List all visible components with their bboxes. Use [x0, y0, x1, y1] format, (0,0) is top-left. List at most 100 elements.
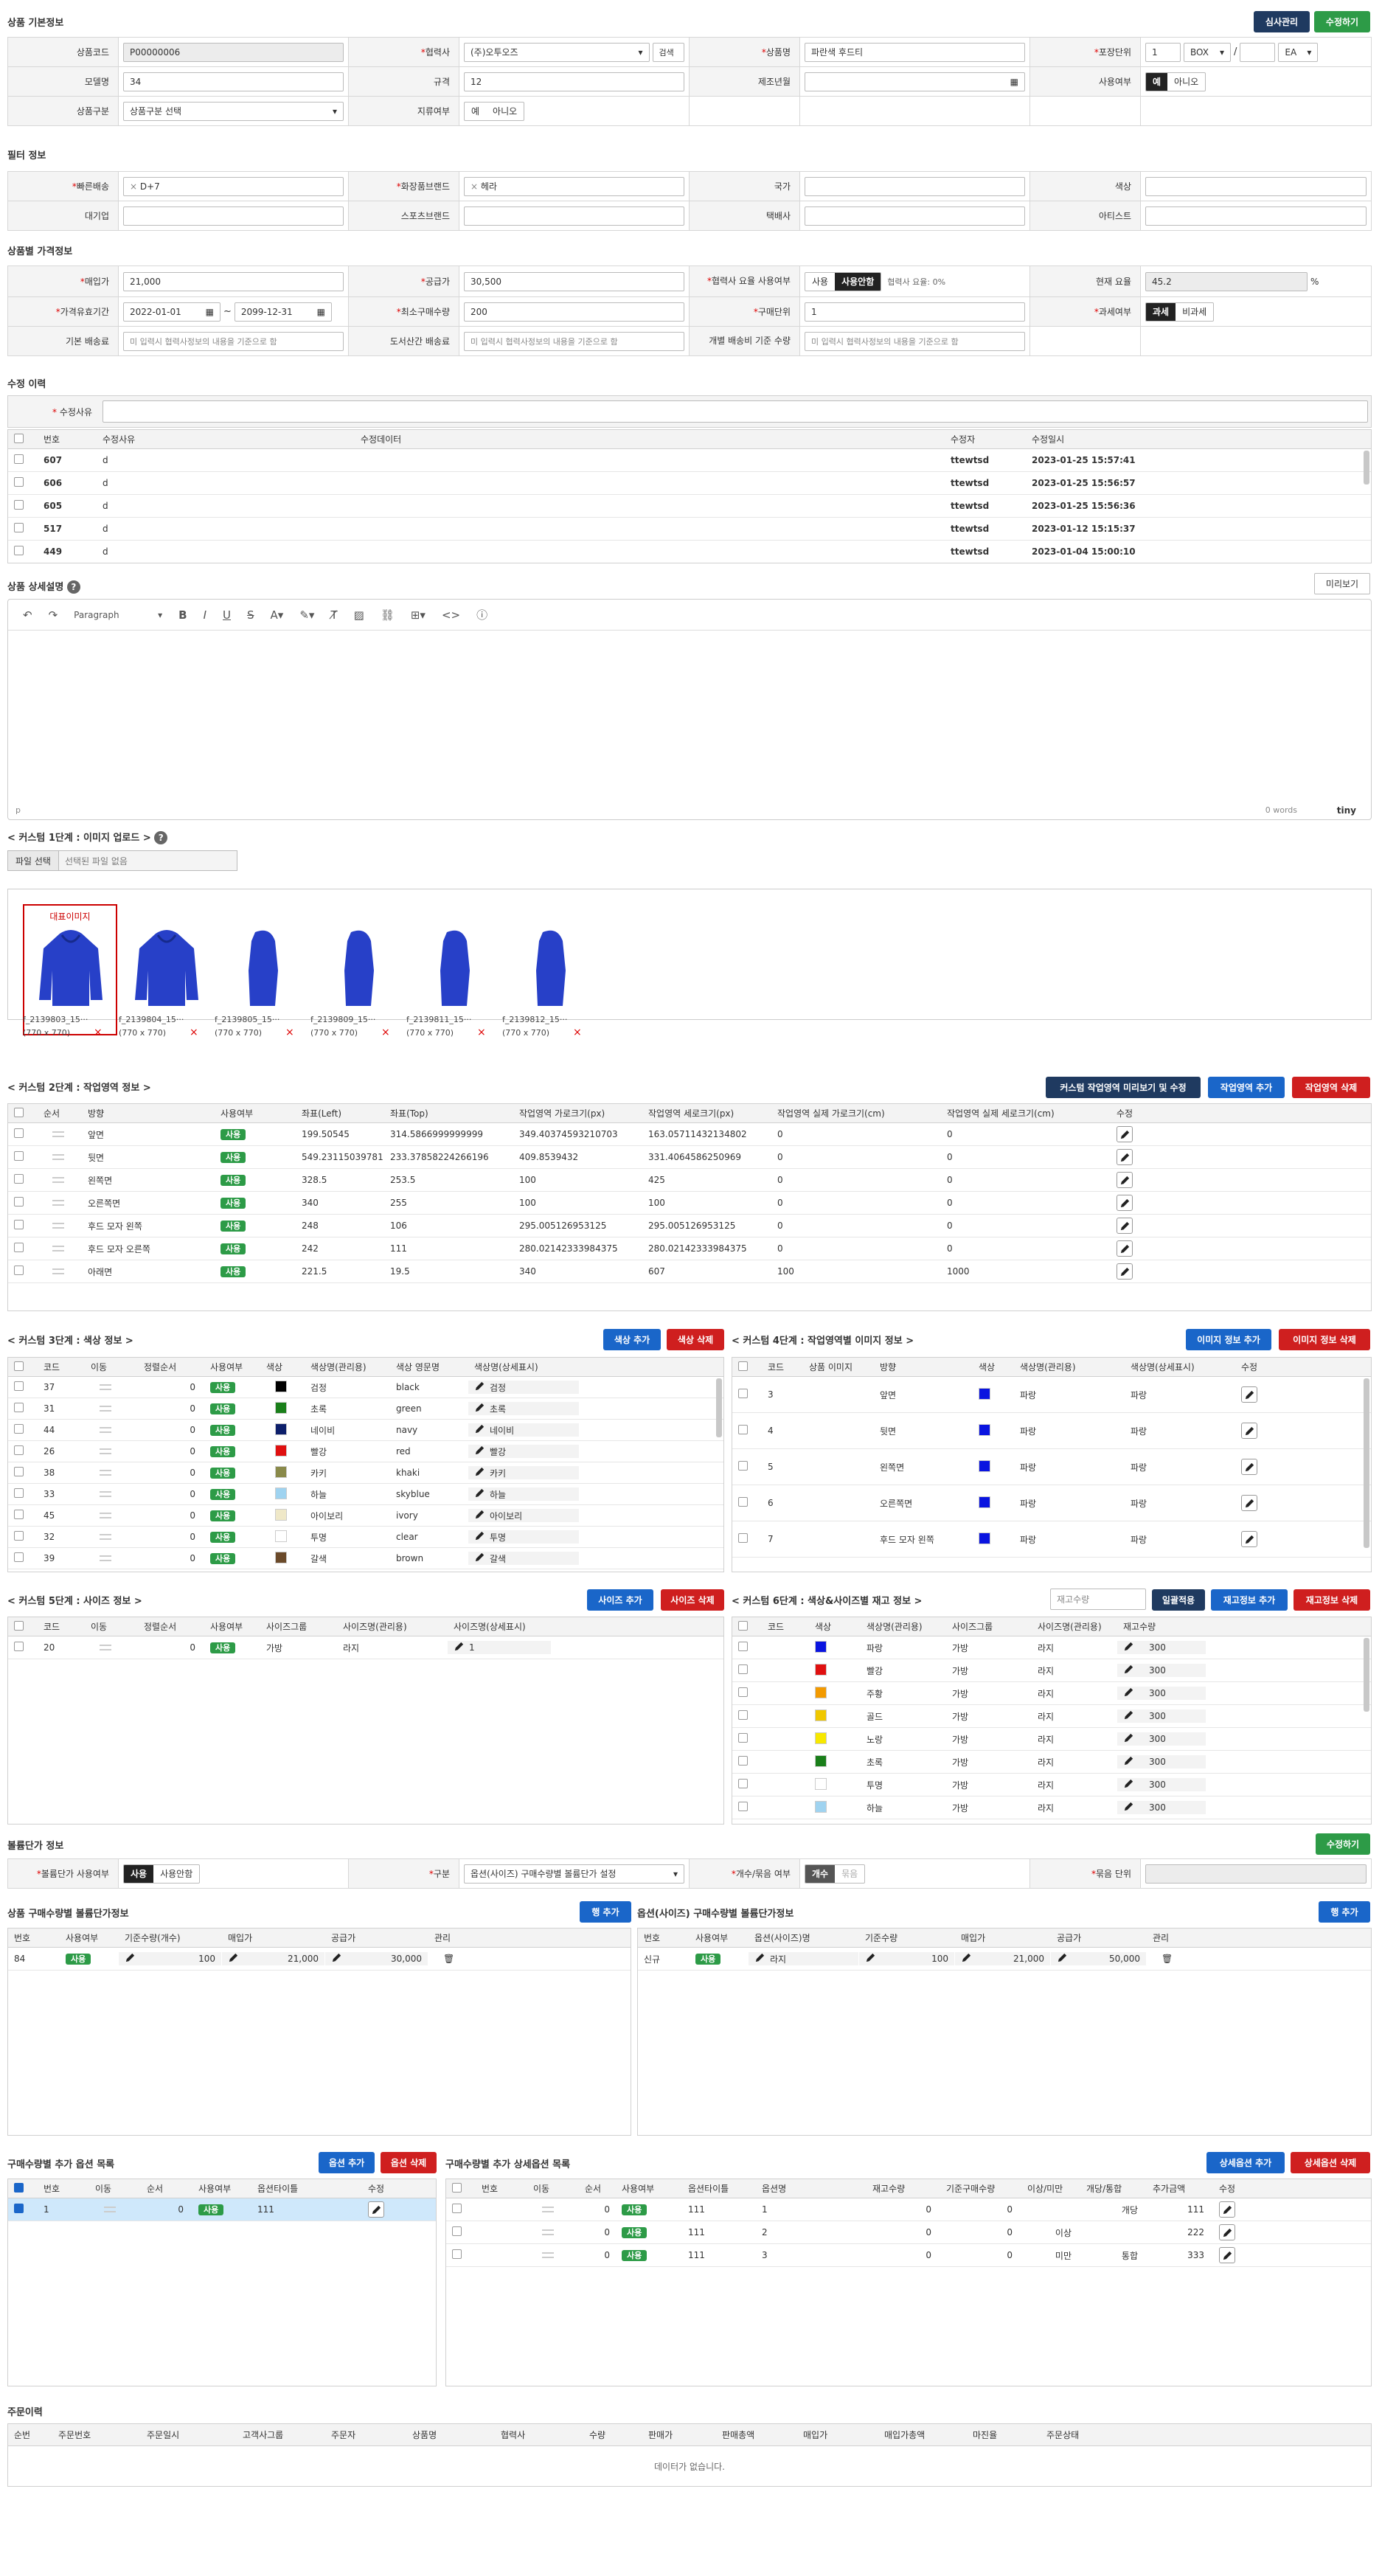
use-badge[interactable]: 사용 — [221, 1266, 246, 1277]
edit-icon[interactable] — [125, 1952, 136, 1965]
scrollbar[interactable] — [716, 1378, 722, 1437]
drag-handle-icon[interactable] — [52, 1131, 64, 1137]
row-checkbox[interactable] — [452, 2249, 462, 2259]
row-checkbox[interactable] — [14, 1467, 24, 1476]
edit-icon[interactable] — [1117, 1218, 1133, 1234]
use-badge[interactable]: 사용 — [210, 1532, 236, 1543]
edit-icon[interactable] — [1123, 1687, 1134, 1700]
edit-icon[interactable] — [474, 1381, 485, 1394]
drag-handle-icon[interactable] — [100, 1406, 111, 1412]
parcel-field[interactable] — [805, 206, 1025, 226]
qty-bundle-toggle[interactable]: 개수 묶음 — [805, 1864, 866, 1884]
toggle-no[interactable]: 아니오 — [486, 103, 524, 120]
remove-icon[interactable]: × — [190, 1027, 198, 1038]
image-info-delete-button[interactable]: 이미지 정보 삭제 — [1279, 1329, 1370, 1350]
help-icon[interactable]: ? — [66, 580, 80, 594]
edit-icon[interactable] — [474, 1509, 485, 1522]
use-toggle[interactable]: 예 아니오 — [1145, 72, 1206, 91]
select-all-checkbox[interactable] — [738, 1361, 748, 1371]
toggle-use[interactable]: 사용 — [805, 273, 835, 291]
image-icon[interactable]: ▨ — [354, 608, 364, 622]
row-checkbox[interactable] — [738, 1710, 748, 1720]
row-checkbox[interactable] — [452, 2226, 462, 2236]
color-delete-button[interactable]: 색상 삭제 — [667, 1329, 724, 1350]
edit-icon[interactable] — [1117, 1149, 1133, 1165]
row-checkbox[interactable] — [738, 1497, 748, 1507]
use-badge[interactable]: 사용 — [622, 2250, 647, 2261]
gallery-image[interactable]: 대표이미지 f_2139803_15··· (770 x 770) × — [23, 904, 119, 1038]
pack-unit2-select[interactable]: EA ▾ — [1278, 42, 1319, 62]
artist-field[interactable] — [1145, 206, 1367, 226]
use-badge[interactable]: 사용 — [622, 2227, 647, 2238]
use-badge[interactable]: 사용 — [210, 1382, 236, 1393]
use-badge[interactable]: 사용 — [210, 1403, 236, 1414]
scrollbar[interactable] — [1364, 1378, 1369, 1548]
row-checkbox[interactable] — [14, 1642, 24, 1651]
color-add-button[interactable]: 색상 추가 — [603, 1329, 661, 1350]
remove-icon[interactable]: × — [285, 1027, 294, 1038]
help-icon[interactable]: ⓘ — [476, 607, 487, 622]
drag-handle-icon[interactable] — [100, 1427, 111, 1433]
bulk-use-toggle[interactable]: 사용 사용안함 — [123, 1864, 201, 1884]
row-checkbox[interactable] — [14, 1174, 24, 1184]
toggle-yes[interactable]: 예 — [465, 103, 486, 120]
toggle-yes[interactable]: 예 — [1146, 72, 1168, 91]
link-icon[interactable]: ⛓ — [381, 608, 395, 622]
buy-price-field[interactable]: 21,000 — [123, 271, 344, 291]
tag-remove-icon[interactable]: × — [130, 181, 140, 192]
row-checkbox[interactable] — [14, 1381, 24, 1391]
date-to-field[interactable]: 2099-12-31 ▦ — [234, 302, 332, 322]
bulkA-add-button[interactable]: 행 추가 — [580, 1901, 631, 1923]
drag-handle-icon[interactable] — [100, 1645, 111, 1650]
fast-delivery-field[interactable]: × D+7 — [123, 176, 344, 196]
type-select[interactable]: 상품구분 선택 ▾ — [123, 101, 344, 121]
option-delete-button[interactable]: 옵션 삭제 — [381, 2152, 437, 2173]
row-checkbox[interactable] — [452, 2204, 462, 2213]
edit-icon[interactable] — [1123, 1732, 1134, 1746]
edit-icon[interactable] — [1123, 1778, 1134, 1791]
edit-icon[interactable] — [1117, 1195, 1133, 1211]
drag-handle-icon[interactable] — [100, 1513, 111, 1518]
select-all-checkbox[interactable] — [452, 2182, 462, 2193]
edit-icon[interactable] — [1117, 1172, 1133, 1188]
use-badge[interactable]: 사용 — [210, 1510, 236, 1521]
buy-unit-field[interactable]: 1 — [805, 302, 1025, 322]
edit-icon[interactable] — [865, 1952, 876, 1965]
stock-qty-input[interactable]: 재고수량 — [1050, 1589, 1146, 1610]
row-checkbox[interactable] — [14, 546, 24, 555]
use-badge[interactable]: 사용 — [622, 2204, 647, 2215]
model-field[interactable]: 34 — [123, 72, 344, 91]
edit-icon[interactable] — [1057, 1952, 1068, 1965]
row-checkbox[interactable] — [738, 1733, 748, 1743]
drag-handle-icon[interactable] — [542, 2207, 554, 2212]
tax-toggle[interactable]: 과세 비과세 — [1145, 302, 1215, 322]
drag-handle-icon[interactable] — [100, 1534, 111, 1540]
select-all-checkbox[interactable] — [14, 1620, 24, 1631]
edit-icon[interactable] — [1219, 2247, 1235, 2263]
drag-handle-icon[interactable] — [100, 1491, 111, 1497]
edit-icon[interactable] — [1241, 1459, 1257, 1475]
edit-icon[interactable] — [474, 1445, 485, 1458]
row-checkbox[interactable] — [738, 1664, 748, 1674]
gallery-image[interactable]: f_2139809_15··· (770 x 770) × — [310, 904, 406, 1038]
edit-icon[interactable] — [474, 1487, 485, 1501]
preview-button[interactable]: 미리보기 — [1314, 573, 1370, 594]
country-field[interactable] — [805, 176, 1025, 196]
detail-option-add-button[interactable]: 상세옵션 추가 — [1206, 2152, 1285, 2173]
drag-handle-icon[interactable] — [52, 1200, 64, 1206]
remove-icon[interactable]: × — [477, 1027, 486, 1038]
edit-icon[interactable] — [1241, 1495, 1257, 1511]
partner-select[interactable]: (주)오투오즈 ▾ — [464, 42, 650, 62]
drag-handle-icon[interactable] — [542, 2229, 554, 2235]
tag-remove-icon[interactable]: × — [470, 181, 481, 192]
edit-icon[interactable] — [1219, 2224, 1235, 2240]
image-info-add-button[interactable]: 이미지 정보 추가 — [1186, 1329, 1271, 1350]
use-badge[interactable]: 사용 — [221, 1129, 246, 1140]
drag-handle-icon[interactable] — [100, 1384, 111, 1390]
row-checkbox[interactable] — [14, 1220, 24, 1229]
toggle-notax[interactable]: 비과세 — [1176, 303, 1213, 321]
save-button[interactable]: 수정하기 — [1314, 11, 1370, 32]
row-checkbox[interactable] — [738, 1642, 748, 1651]
select-all-checkbox[interactable] — [14, 1361, 24, 1371]
row-checkbox[interactable] — [738, 1802, 748, 1811]
